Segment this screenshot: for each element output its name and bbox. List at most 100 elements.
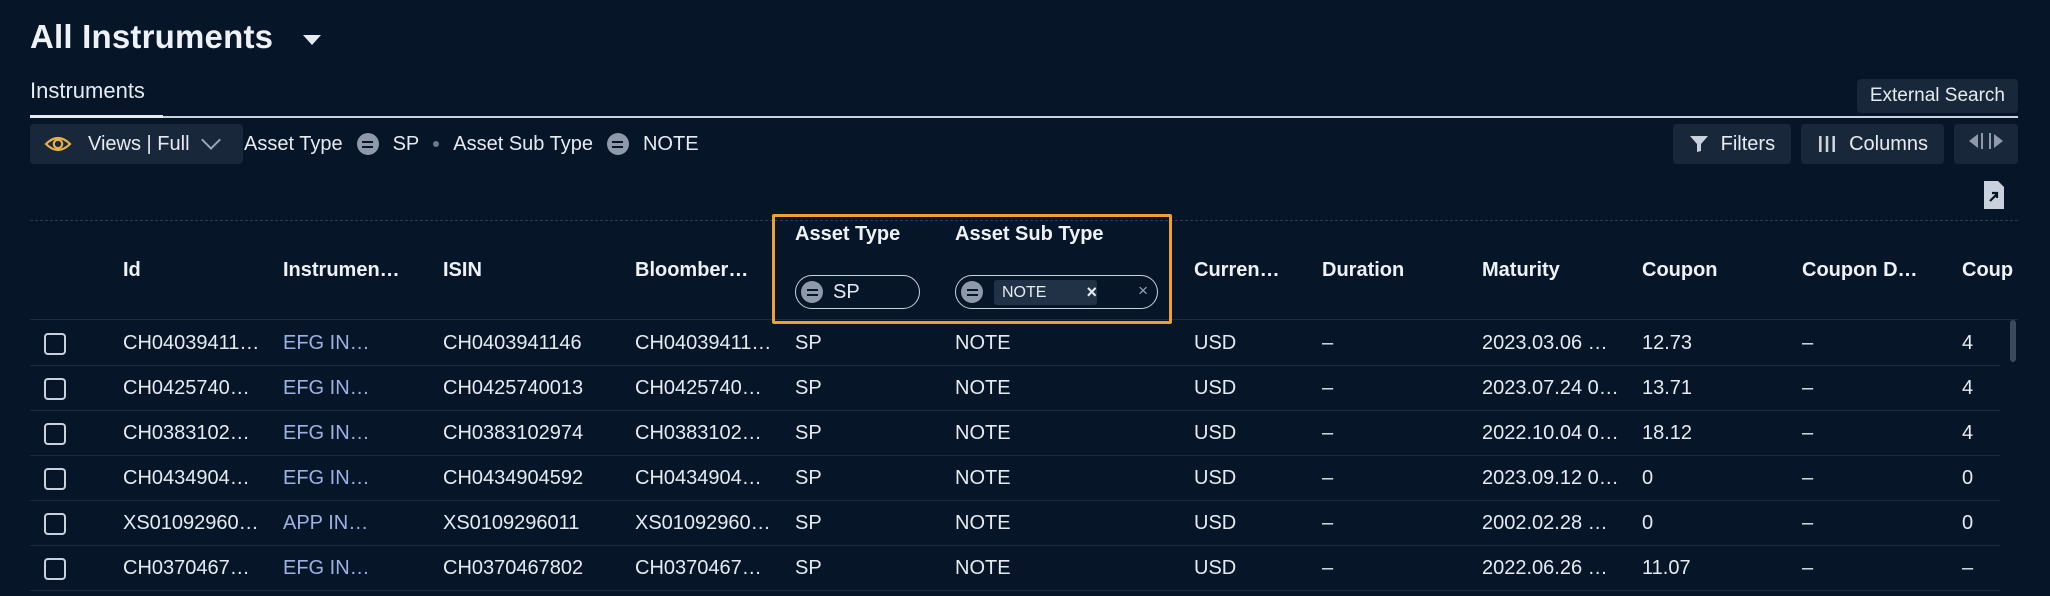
tab-bar: Instruments External Search (30, 76, 2018, 118)
cell-asset-sub-type: NOTE (955, 332, 1011, 354)
cell-instrument[interactable]: EFG IN… (283, 332, 370, 355)
filters-button[interactable]: Filters (1672, 124, 1792, 164)
column-header-coupon-frequency[interactable]: Coup (1962, 259, 2013, 282)
columns-icon (1817, 134, 1837, 154)
cell-duration: – (1322, 557, 1334, 579)
table-row[interactable]: CH04039411… EFG IN… CH0403941146 CH04039411… (30, 321, 2000, 366)
cell-bloomberg: CH0383102… (635, 422, 762, 444)
cell-asset-type: SP (795, 557, 822, 579)
clear-filter-icon[interactable]: × (1138, 281, 1148, 301)
cell-coupon-frequency: 0 (1962, 512, 1974, 534)
filter-value-asset-type: SP (392, 132, 420, 155)
cell-coupon: 18.12 (1642, 422, 1693, 444)
cell-isin: CH0383102974 (443, 422, 584, 444)
column-header-asset-sub-type[interactable]: Asset Sub Type (955, 223, 1104, 246)
cell-maturity: 2022.06.26 … (1482, 557, 1608, 579)
column-header-asset-type[interactable]: Asset Type (795, 223, 900, 246)
column-header-coupon[interactable]: Coupon (1642, 259, 1718, 282)
cell-coupon-date: – (1802, 422, 1814, 444)
cell-bloomberg: XS01092960… (635, 512, 771, 534)
cell-coupon: 0 (1642, 512, 1654, 534)
cell-coupon: 0 (1642, 467, 1654, 489)
table-row[interactable]: CH0425740… EFG IN… CH0425740013 CH0425740… S… (30, 366, 2000, 411)
column-header-instrument[interactable]: Instrumen… (283, 259, 400, 282)
equals-icon[interactable] (801, 281, 823, 303)
cell-coupon-date: – (1802, 512, 1814, 534)
cell-asset-sub-type: NOTE (955, 557, 1011, 579)
cell-maturity: 2002.02.28 … (1482, 512, 1608, 534)
cell-coupon: 11.07 (1642, 557, 1691, 579)
cell-asset-type: SP (795, 422, 822, 444)
cell-asset-type: SP (795, 512, 822, 534)
row-checkbox[interactable] (44, 423, 66, 445)
row-checkbox[interactable] (44, 558, 66, 580)
cell-id: CH0425740… (123, 377, 250, 399)
external-search-button[interactable]: External Search (1856, 79, 2018, 113)
cell-instrument[interactable]: EFG IN… (283, 422, 370, 445)
cell-isin: XS0109296011 (443, 512, 580, 534)
column-header-maturity[interactable]: Maturity (1482, 259, 1560, 282)
table-row[interactable]: CH0370467… EFG IN… CH0370467802 CH0370467… S… (30, 546, 2000, 591)
cell-asset-sub-type: NOTE (955, 467, 1011, 489)
cell-asset-sub-type: NOTE (955, 422, 1011, 444)
caret-down-icon[interactable] (303, 35, 322, 45)
asset-sub-type-filter-input[interactable]: NOTE × × (955, 275, 1158, 309)
row-checkbox[interactable] (44, 513, 66, 535)
table-row[interactable]: CH0434904… EFG IN… CH0434904592 CH0434904… S… (30, 456, 2000, 501)
cell-instrument[interactable]: EFG IN… (283, 557, 370, 580)
table-row[interactable]: CH0383102… EFG IN… CH0383102974 CH0383102… S… (30, 411, 2000, 456)
row-checkbox[interactable] (44, 333, 66, 355)
tab-instruments[interactable]: Instruments (30, 78, 145, 114)
cell-coupon-frequency: 4 (1962, 377, 1974, 399)
equals-icon[interactable] (961, 281, 983, 303)
cell-maturity: 2023.03.06 … (1482, 332, 1608, 354)
cell-duration: – (1322, 512, 1334, 534)
funnel-icon (1689, 135, 1709, 153)
remove-chip-icon[interactable]: × (1086, 282, 1097, 303)
asset-type-filter-input[interactable]: SP (795, 275, 920, 309)
cell-instrument[interactable]: APP IN… (283, 512, 368, 535)
column-header-id[interactable]: Id (123, 259, 141, 282)
vertical-scrollbar[interactable] (2010, 320, 2016, 362)
filters-label: Filters (1720, 132, 1776, 155)
cell-asset-sub-type: NOTE (955, 377, 1011, 399)
cell-currency: USD (1194, 467, 1237, 489)
asset-sub-type-filter-value: NOTE (1002, 283, 1047, 301)
row-checkbox[interactable] (44, 468, 66, 490)
row-checkbox[interactable] (44, 378, 66, 400)
active-tab-indicator (30, 115, 163, 118)
column-header-currency[interactable]: Curren… (1194, 259, 1280, 282)
cell-currency: USD (1194, 422, 1237, 444)
column-header-isin[interactable]: ISIN (443, 259, 482, 282)
cell-isin: CH0370467802 (443, 557, 584, 579)
collapse-panel-button[interactable] (1954, 124, 2018, 164)
cell-currency: USD (1194, 377, 1237, 399)
cell-id: CH0370467… (123, 557, 250, 579)
cell-id: XS01092960… (123, 512, 259, 534)
filter-field-asset-type: Asset Type (244, 132, 343, 155)
collapse-arrows-icon (1964, 131, 2008, 157)
cell-duration: – (1322, 332, 1334, 354)
cell-bloomberg: CH0425740… (635, 377, 762, 399)
columns-button[interactable]: Columns (1801, 124, 1944, 164)
export-icon[interactable] (1982, 180, 2006, 210)
views-dropdown[interactable]: Views | Full (30, 124, 243, 164)
table-row[interactable]: XS01092960… APP IN… XS0109296011 XS01092960… (30, 501, 2000, 546)
cell-coupon-frequency: 4 (1962, 332, 1974, 354)
cell-coupon-date: – (1802, 467, 1814, 489)
cell-coupon: 13.71 (1642, 377, 1693, 399)
chevron-down-icon (200, 130, 221, 150)
cell-instrument[interactable]: EFG IN… (283, 467, 370, 490)
filter-value-asset-sub-type: NOTE (642, 132, 699, 155)
column-header-duration[interactable]: Duration (1322, 259, 1404, 282)
cell-isin: CH0434904592 (443, 467, 584, 489)
column-header-coupon-date[interactable]: Coupon D… (1802, 259, 1918, 282)
cell-duration: – (1322, 467, 1334, 489)
cell-maturity: 2023.07.24 0… (1482, 377, 1619, 399)
cell-bloomberg: CH04039411… (635, 332, 772, 354)
column-header-bloomberg[interactable]: Bloomber… (635, 259, 748, 282)
cell-coupon-frequency: 0 (1962, 467, 1974, 489)
cell-id: CH0383102… (123, 422, 250, 444)
cell-instrument[interactable]: EFG IN… (283, 377, 370, 400)
asset-type-filter-value: SP (833, 280, 860, 303)
